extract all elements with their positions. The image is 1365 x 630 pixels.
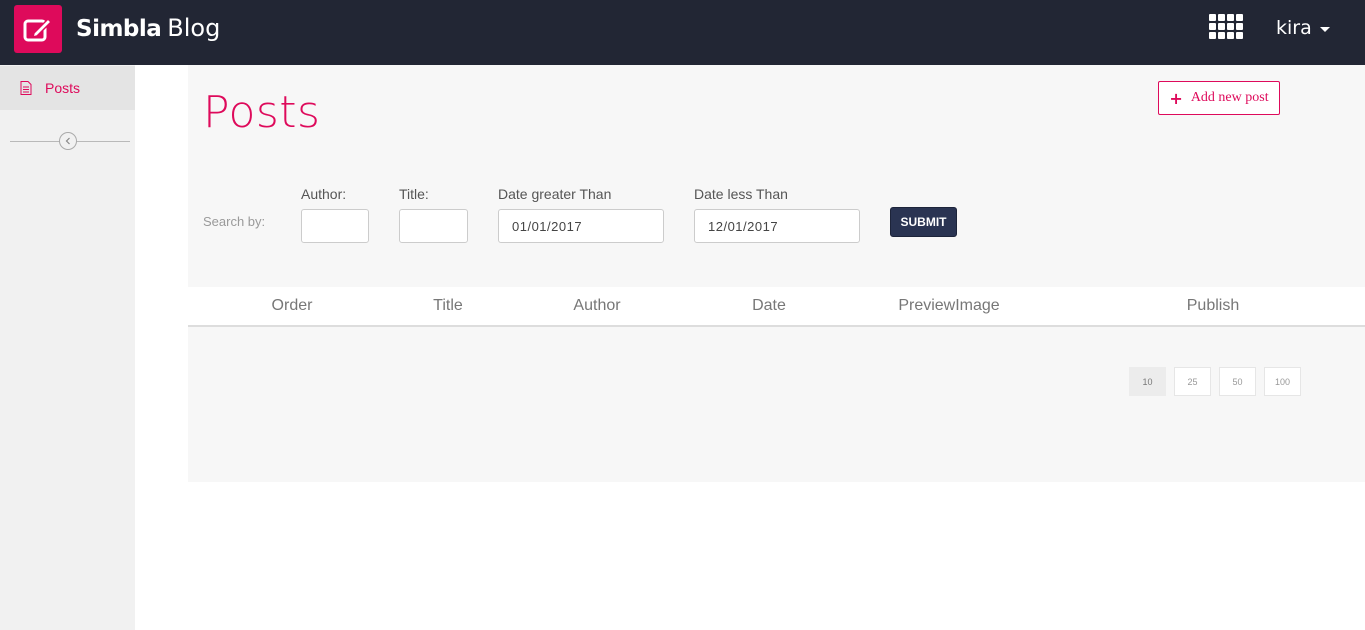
author-input[interactable] [301, 209, 369, 243]
date-less-label: Date less Than [694, 186, 788, 202]
column-header-previewimage[interactable]: PreviewImage [898, 297, 999, 315]
page-size-10[interactable]: 10 [1129, 367, 1166, 396]
chevron-left-icon [65, 137, 70, 145]
sidebar-item-label: Posts [45, 80, 81, 96]
author-label: Author: [301, 186, 347, 202]
user-name: kira [1276, 17, 1312, 39]
title-input[interactable] [399, 209, 468, 243]
column-header-title[interactable]: Title [433, 297, 463, 315]
edit-icon [23, 17, 53, 42]
add-new-post-button[interactable]: + Add new post [1158, 81, 1280, 115]
page-size-100[interactable]: 100 [1264, 367, 1301, 396]
brand-name[interactable]: Simbla Blog [76, 14, 220, 48]
title-label: Title: [399, 186, 429, 202]
main-content: Posts + Add new post Search by: Author: … [188, 65, 1365, 482]
submit-button[interactable]: SUBMIT [890, 207, 957, 237]
sidebar: Posts [0, 65, 135, 630]
app-logo[interactable] [14, 5, 62, 53]
table-header: Order Title Author Date PreviewImage Pub… [188, 287, 1365, 327]
apps-grid-icon[interactable] [1209, 14, 1244, 41]
search-by-label: Search by: [203, 214, 266, 229]
page-size-selector: 10 25 50 100 [1129, 367, 1301, 396]
date-greater-label: Date greater Than [498, 186, 612, 202]
page-size-50[interactable]: 50 [1219, 367, 1256, 396]
date-greater-input[interactable] [498, 209, 664, 243]
column-header-publish[interactable]: Publish [1187, 297, 1239, 315]
add-new-post-label: Add new post [1190, 90, 1269, 105]
caret-down-icon [1319, 26, 1330, 32]
sidebar-item-posts[interactable]: Posts [0, 66, 135, 110]
user-menu[interactable]: kira [1276, 16, 1330, 40]
column-header-author[interactable]: Author [573, 297, 620, 315]
column-header-date[interactable]: Date [752, 297, 786, 315]
top-navbar: Simbla Blog kira [0, 0, 1365, 65]
plus-icon: + [1169, 88, 1183, 108]
brand-primary: Simbla [76, 16, 162, 42]
page-title: Posts [203, 87, 321, 138]
column-header-order[interactable]: Order [272, 297, 313, 315]
date-less-input[interactable] [694, 209, 860, 243]
brand-secondary: Blog [167, 14, 221, 42]
document-icon [20, 81, 32, 95]
page-size-25[interactable]: 25 [1174, 367, 1211, 396]
sidebar-collapse-button[interactable] [59, 132, 77, 150]
